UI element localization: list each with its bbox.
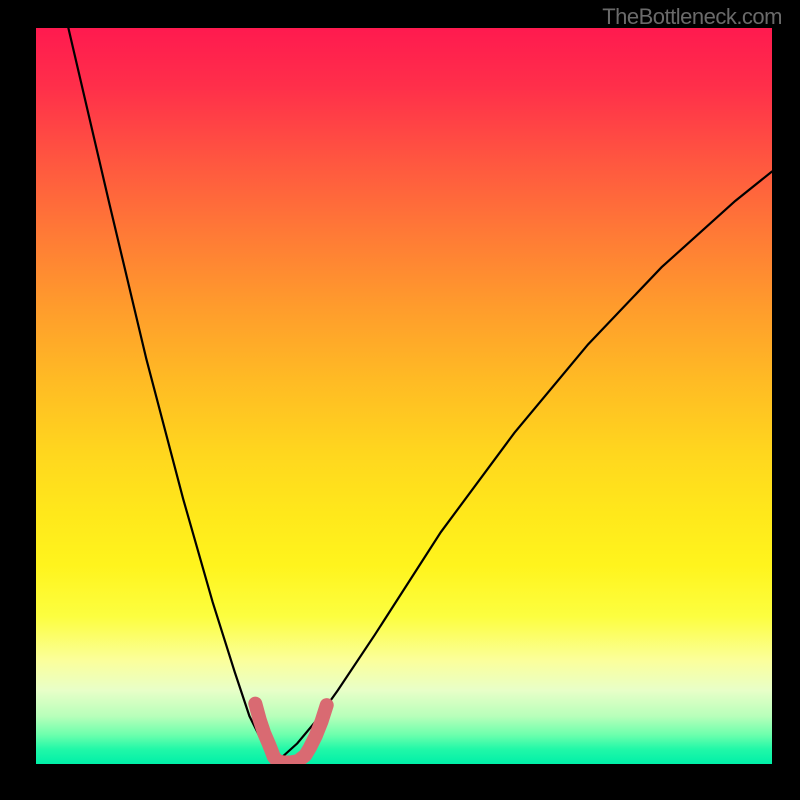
chart-plot-area [36, 28, 772, 764]
chart-svg [36, 28, 772, 764]
chart-line-curve [68, 28, 772, 760]
chart-highlight-segment [255, 704, 326, 763]
watermark-text: TheBottleneck.com [602, 4, 782, 30]
